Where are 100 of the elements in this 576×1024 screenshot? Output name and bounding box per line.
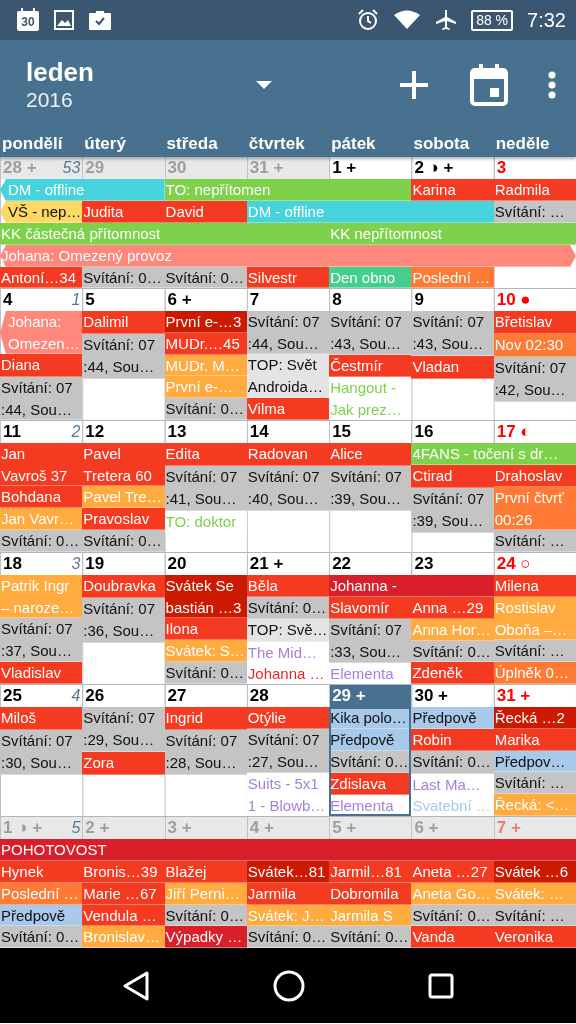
day-number[interactable]: 3 +: [164, 817, 247, 839]
calendar-event[interactable]: Řecká …2: [493, 707, 576, 729]
more-icon[interactable]: [548, 71, 556, 99]
calendar-event[interactable]: Svítání: 07 :40, Sou…: [246, 466, 330, 511]
home-icon[interactable]: [273, 969, 305, 1002]
month-title[interactable]: leden: [26, 57, 256, 87]
calendar-event[interactable]: Běla: [246, 575, 330, 598]
calendar-event[interactable]: Vendula …: [82, 904, 165, 927]
calendar-event[interactable]: Svítání: 0…: [411, 904, 494, 927]
calendar-event[interactable]: Svítání: 07 :37, Sou…: [0, 618, 83, 662]
calendar-event[interactable]: První e-…3: [164, 311, 247, 333]
calendar-event[interactable]: Otýlie: [246, 707, 330, 730]
calendar-event[interactable]: Svítání: 07 :41, Sou…: [164, 466, 247, 511]
calendar-event[interactable]: Svítání: 07 :43, Sou…: [411, 311, 494, 356]
add-icon[interactable]: [398, 69, 430, 101]
calendar-event[interactable]: Svítání: …: [493, 772, 576, 795]
calendar-event[interactable]: Vanda: [411, 926, 494, 948]
calendar-event[interactable]: Svátek Se bastián …3: [164, 575, 247, 618]
calendar-event[interactable]: Miloš: [0, 707, 83, 730]
calendar-event[interactable]: Svítání: 0…: [0, 926, 83, 948]
calendar-event[interactable]: Radmila: [493, 179, 576, 201]
calendar-event[interactable]: Svítání: 0…: [0, 530, 83, 552]
calendar-event[interactable]: Svítání: 0…: [411, 751, 494, 774]
calendar-event[interactable]: Slavomír: [329, 597, 412, 620]
calendar-event[interactable]: Předpově: [0, 904, 83, 927]
calendar-event[interactable]: Svátek…81: [246, 861, 330, 883]
calendar-event[interactable]: Svítání: 0…: [329, 751, 412, 773]
calendar-event[interactable]: Svítání: 07 :44, Sou…: [246, 311, 330, 355]
calendar-event[interactable]: Svítání: 0…: [411, 640, 494, 663]
calendar-event[interactable]: David: [164, 201, 247, 223]
day-number[interactable]: 7 +: [493, 817, 576, 839]
calendar-event[interactable]: Svítání: 0…: [246, 926, 330, 948]
calendar-event[interactable]: Svítání: 0…: [329, 926, 412, 948]
day-number[interactable]: 4 +: [246, 817, 330, 839]
calendar-event[interactable]: Jan Vavroš 37: [0, 443, 83, 486]
calendar-event[interactable]: Johana: Omezen…: [0, 311, 83, 355]
calendar-event[interactable]: Antoní…34: [0, 267, 83, 288]
calendar-event[interactable]: Svítání: 07 :28, Sou…: [164, 730, 247, 775]
calendar-event[interactable]: Bronis…39: [82, 861, 165, 883]
calendar-event[interactable]: Veronika: [493, 926, 576, 948]
day-number[interactable]: 28 + 53: [0, 157, 83, 179]
calendar-event[interactable]: Alice: [329, 443, 412, 466]
day-number[interactable]: 6 +: [411, 817, 494, 839]
calendar-event[interactable]: Radovan: [246, 443, 330, 466]
calendar-event[interactable]: Svítání: 0…: [82, 530, 165, 552]
calendar-event[interactable]: Svítání: 07 :33, Sou…: [329, 619, 412, 663]
calendar-event[interactable]: Kika polo…: [329, 707, 412, 729]
dropdown-icon[interactable]: [256, 81, 272, 89]
calendar-event[interactable]: POHOTOVOST: [0, 839, 576, 861]
calendar-event[interactable]: Drahoslav: [493, 465, 576, 487]
calendar-event[interactable]: VŠ - nep…: [0, 201, 83, 223]
calendar-event[interactable]: Předpově: [329, 729, 412, 751]
day-number[interactable]: 29 +: [329, 685, 412, 707]
calendar-event[interactable]: Svítání: …: [493, 640, 576, 662]
calendar-event[interactable]: Bohdana: [0, 486, 83, 508]
calendar-event[interactable]: Johana: Omezený provoz: [0, 245, 576, 267]
calendar-event[interactable]: Edita: [164, 443, 247, 466]
calendar-event[interactable]: Ilona: [164, 618, 247, 640]
calendar-event[interactable]: První čtvrť 00:26: [493, 487, 576, 530]
calendar-event[interactable]: Karina: [411, 179, 494, 201]
day-number[interactable]: 5 +: [329, 817, 412, 839]
calendar-event[interactable]: Břetislav: [493, 311, 576, 334]
calendar-event[interactable]: Zdislava: [329, 773, 412, 795]
calendar-event[interactable]: Ctirad: [411, 465, 494, 488]
calendar-event[interactable]: Marie …67: [82, 882, 165, 905]
calendar-event[interactable]: Svítání: …: [493, 530, 576, 552]
day-number[interactable]: 1 ◑ + 5: [0, 817, 83, 839]
calendar-event[interactable]: Johanna -: [329, 575, 494, 597]
calendar-event[interactable]: Svátek …6: [493, 861, 576, 883]
calendar-event[interactable]: Úplněk 0…: [493, 662, 576, 684]
calendar-event[interactable]: Jarmil…81: [329, 861, 412, 883]
day-number[interactable]: 30: [164, 157, 247, 179]
calendar-event[interactable]: Last Ma…: [411, 773, 494, 795]
calendar-event[interactable]: Pavel Tretera 60: [82, 443, 165, 486]
calendar-event[interactable]: Svítání: 07 :43, Sou…: [329, 311, 412, 355]
calendar-event[interactable]: Robin: [411, 729, 494, 752]
calendar-event[interactable]: Svítání: 07 :42, Sou…: [493, 357, 576, 402]
calendar-event[interactable]: Vladislav: [0, 661, 83, 684]
calendar-event[interactable]: Svítání: 0…: [164, 398, 247, 420]
day-number[interactable]: 2 +: [82, 817, 165, 839]
calendar-event[interactable]: Svítání: …: [493, 201, 576, 223]
day-number[interactable]: 31 +: [246, 157, 330, 179]
calendar-event[interactable]: Svítání: 07 :36, Sou…: [82, 598, 165, 643]
calendar-event[interactable]: Svítání: 07 :44, Sou…: [0, 376, 83, 420]
calendar-event[interactable]: Čestmír: [329, 354, 412, 378]
day-number[interactable]: 29: [82, 157, 165, 179]
calendar-event[interactable]: TOP: Svě…: [246, 619, 330, 642]
calendar-event[interactable]: Svítání: 0…: [164, 662, 247, 684]
calendar-event[interactable]: Poslední …: [0, 882, 83, 905]
calendar-event[interactable]: Svítání: 07 :30, Sou…: [0, 730, 83, 775]
calendar-event[interactable]: Pravoslav: [82, 508, 165, 530]
calendar-event[interactable]: Svítání: 07 :39, Sou…: [329, 466, 412, 511]
calendar-event[interactable]: Poslední …: [411, 267, 494, 288]
calendar-event[interactable]: Doubravka: [82, 575, 165, 598]
calendar-event[interactable]: Hynek: [0, 861, 83, 883]
calendar-event[interactable]: Dalimil: [82, 311, 165, 334]
calendar-event[interactable]: Silvestr: [246, 267, 330, 288]
calendar-event[interactable]: Diana: [0, 354, 83, 377]
calendar-event[interactable]: Svítání: 07 :29, Sou…: [82, 707, 165, 752]
calendar-event[interactable]: Svítání: 07 :44, Sou…: [82, 334, 165, 379]
